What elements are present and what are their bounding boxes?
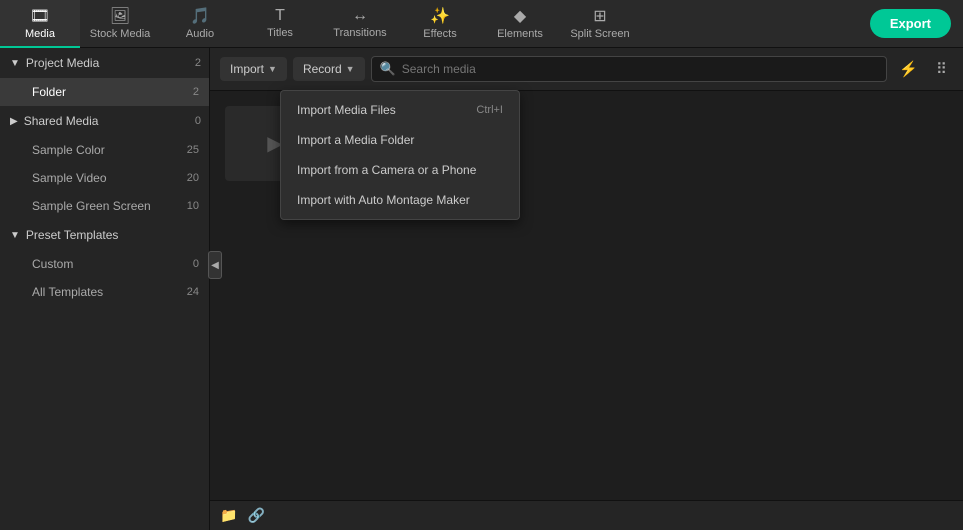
import-media-files-shortcut: Ctrl+I	[476, 104, 503, 116]
effects-icon: ✨	[430, 6, 450, 26]
sample-video-label: Sample Video	[32, 171, 107, 185]
sidebar: ▼ Project Media 2 Folder 2 ▶ Shared Medi…	[0, 48, 210, 530]
nav-label-stock-media: Stock Media	[90, 28, 151, 40]
folder-label: Folder	[32, 85, 66, 99]
nav-item-split-screen[interactable]: ⊞ Split Screen	[560, 0, 640, 48]
all-templates-count: 24	[187, 286, 199, 298]
nav-item-stock-media[interactable]: 🖼 Stock Media	[80, 0, 160, 48]
import-dropdown-menu: Import Media Files Ctrl+I Import a Media…	[280, 90, 520, 220]
sidebar-item-all-templates[interactable]: All Templates 24	[0, 278, 209, 306]
custom-count: 0	[193, 258, 199, 270]
nav-item-elements[interactable]: ◆ Elements	[480, 0, 560, 48]
sidebar-item-sample-green-screen[interactable]: Sample Green Screen 10	[0, 192, 209, 220]
sidebar-item-sample-color[interactable]: Sample Color 25	[0, 136, 209, 164]
folder-count: 2	[193, 86, 199, 98]
sample-color-count: 25	[187, 144, 199, 156]
nav-label-audio: Audio	[186, 28, 214, 40]
shared-media-count: 0	[195, 115, 201, 127]
sidebar-item-sample-video[interactable]: Sample Video 20	[0, 164, 209, 192]
filter-button[interactable]: ⚡	[893, 56, 924, 82]
nav-label-transitions: Transitions	[333, 27, 386, 39]
bottom-bar: 📁 🔗	[210, 500, 963, 530]
dropdown-item-import-camera-phone[interactable]: Import from a Camera or a Phone	[281, 155, 519, 185]
sidebar-section-label-preset-templates: Preset Templates	[26, 228, 119, 242]
sidebar-section-preset-templates[interactable]: ▼ Preset Templates	[0, 220, 209, 250]
search-icon: 🔍	[380, 61, 396, 77]
sidebar-section-shared-media[interactable]: ▶ Shared Media 0	[0, 106, 209, 136]
import-label: Import	[230, 62, 264, 76]
audio-icon: 🎵	[190, 6, 210, 26]
nav-item-audio[interactable]: 🎵 Audio	[160, 0, 240, 48]
nav-item-transitions[interactable]: ↔ Transitions	[320, 0, 400, 48]
filter-icon: ⚡	[899, 61, 918, 78]
sample-green-screen-label: Sample Green Screen	[32, 199, 151, 213]
grid-icon: ⠿	[936, 61, 947, 78]
elements-icon: ◆	[514, 6, 526, 26]
sidebar-item-folder[interactable]: Folder 2	[0, 78, 209, 106]
titles-icon: T	[275, 7, 285, 25]
link-icon[interactable]: 🔗	[247, 507, 264, 524]
custom-label: Custom	[32, 257, 73, 271]
chevron-down-icon: ▼	[10, 58, 20, 69]
nav-item-titles[interactable]: T Titles	[240, 0, 320, 48]
content-area: Import ▼ Record ▼ 🔍 ⚡ ⠿ Import Media Fil…	[210, 48, 963, 530]
record-button[interactable]: Record ▼	[293, 57, 365, 81]
chevron-down-icon-2: ▼	[10, 230, 20, 241]
import-auto-montage-label: Import with Auto Montage Maker	[297, 193, 470, 207]
sidebar-item-custom[interactable]: Custom 0	[0, 250, 209, 278]
nav-label-elements: Elements	[497, 28, 543, 40]
dropdown-item-import-media-folder[interactable]: Import a Media Folder	[281, 125, 519, 155]
new-folder-icon[interactable]: 📁	[220, 507, 237, 524]
nav-item-media[interactable]: 🎞 Media	[0, 0, 80, 48]
stock-media-icon: 🖼	[110, 6, 130, 26]
nav-item-effects[interactable]: ✨ Effects	[400, 0, 480, 48]
nav-label-media: Media	[25, 28, 55, 40]
transitions-icon: ↔	[352, 7, 368, 25]
search-input[interactable]	[402, 62, 879, 76]
nav-label-effects: Effects	[423, 28, 456, 40]
sample-video-count: 20	[187, 172, 199, 184]
sidebar-collapse-button[interactable]: ◀	[208, 251, 222, 279]
record-dropdown-arrow: ▼	[346, 64, 355, 74]
search-box: 🔍	[371, 56, 888, 82]
grid-view-button[interactable]: ⠿	[930, 56, 953, 82]
toolbar: Import ▼ Record ▼ 🔍 ⚡ ⠿ Import Media Fil…	[210, 48, 963, 91]
all-templates-label: All Templates	[32, 285, 103, 299]
split-screen-icon: ⊞	[593, 6, 606, 26]
import-dropdown-arrow: ▼	[268, 64, 277, 74]
nav-label-split-screen: Split Screen	[570, 28, 629, 40]
record-label: Record	[303, 62, 342, 76]
import-button[interactable]: Import ▼	[220, 57, 287, 81]
import-camera-phone-label: Import from a Camera or a Phone	[297, 163, 476, 177]
import-media-folder-label: Import a Media Folder	[297, 133, 414, 147]
main-layout: ▼ Project Media 2 Folder 2 ▶ Shared Medi…	[0, 48, 963, 530]
media-icon: 🎞	[30, 6, 50, 26]
top-nav: 🎞 Media 🖼 Stock Media 🎵 Audio T Titles ↔…	[0, 0, 963, 48]
chevron-right-icon: ▶	[10, 116, 18, 127]
dropdown-item-import-media-files[interactable]: Import Media Files Ctrl+I	[281, 95, 519, 125]
import-media-files-label: Import Media Files	[297, 103, 396, 117]
project-media-count: 2	[195, 57, 201, 69]
nav-label-titles: Titles	[267, 27, 293, 39]
sidebar-section-label-project-media: Project Media	[26, 56, 99, 70]
sample-color-label: Sample Color	[32, 143, 105, 157]
dropdown-item-import-auto-montage[interactable]: Import with Auto Montage Maker	[281, 185, 519, 215]
sidebar-section-label-shared-media: Shared Media	[24, 114, 99, 128]
sample-green-screen-count: 10	[187, 200, 199, 212]
sidebar-section-project-media[interactable]: ▼ Project Media 2	[0, 48, 209, 78]
export-button[interactable]: Export	[870, 9, 951, 38]
